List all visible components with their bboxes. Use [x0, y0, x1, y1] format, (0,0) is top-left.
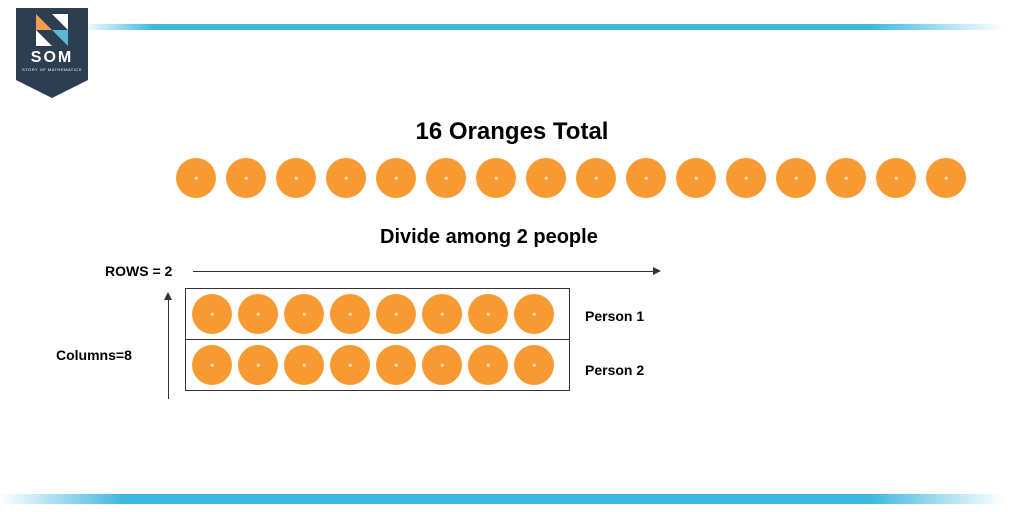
logo-badge: SOM STORY OF MATHEMATICS	[16, 8, 88, 80]
orange-icon	[422, 294, 462, 334]
rows-label: ROWS = 2	[105, 263, 172, 279]
orange-icon	[526, 158, 566, 198]
orange-icon	[176, 158, 216, 198]
orange-row-total	[176, 158, 966, 198]
orange-icon	[238, 345, 278, 385]
orange-icon	[776, 158, 816, 198]
orange-icon	[192, 345, 232, 385]
orange-icon	[476, 158, 516, 198]
orange-icon	[284, 345, 324, 385]
orange-icon	[330, 294, 370, 334]
orange-icon	[626, 158, 666, 198]
orange-icon	[676, 158, 716, 198]
orange-icon	[330, 345, 370, 385]
orange-icon	[376, 158, 416, 198]
orange-icon	[326, 158, 366, 198]
orange-icon	[422, 345, 462, 385]
orange-icon	[238, 294, 278, 334]
orange-icon	[276, 158, 316, 198]
orange-icon	[376, 345, 416, 385]
bottom-accent-bar	[0, 494, 1024, 504]
orange-icon	[726, 158, 766, 198]
logo-icon	[36, 14, 68, 46]
grid-row-person1	[186, 289, 569, 339]
arrow-up-icon	[168, 300, 169, 399]
orange-icon	[468, 345, 508, 385]
orange-icon	[514, 345, 554, 385]
grid-row-person2	[186, 339, 569, 390]
orange-icon	[376, 294, 416, 334]
logo-text: SOM	[31, 49, 73, 67]
arrow-right-icon	[193, 271, 653, 272]
top-accent-bar	[0, 24, 1024, 30]
orange-icon	[576, 158, 616, 198]
orange-icon	[876, 158, 916, 198]
logo: SOM STORY OF MATHEMATICS	[16, 8, 88, 100]
person2-label: Person 2	[585, 362, 644, 378]
orange-icon	[284, 294, 324, 334]
division-grid	[185, 288, 570, 391]
orange-icon	[468, 294, 508, 334]
columns-label: Columns=8	[56, 347, 132, 363]
logo-subtext: STORY OF MATHEMATICS	[22, 67, 82, 72]
orange-icon	[192, 294, 232, 334]
orange-icon	[826, 158, 866, 198]
orange-icon	[926, 158, 966, 198]
orange-icon	[226, 158, 266, 198]
subtitle: Divide among 2 people	[380, 226, 598, 249]
orange-icon	[514, 294, 554, 334]
page-title: 16 Oranges Total	[416, 118, 609, 146]
orange-icon	[426, 158, 466, 198]
person1-label: Person 1	[585, 308, 644, 324]
